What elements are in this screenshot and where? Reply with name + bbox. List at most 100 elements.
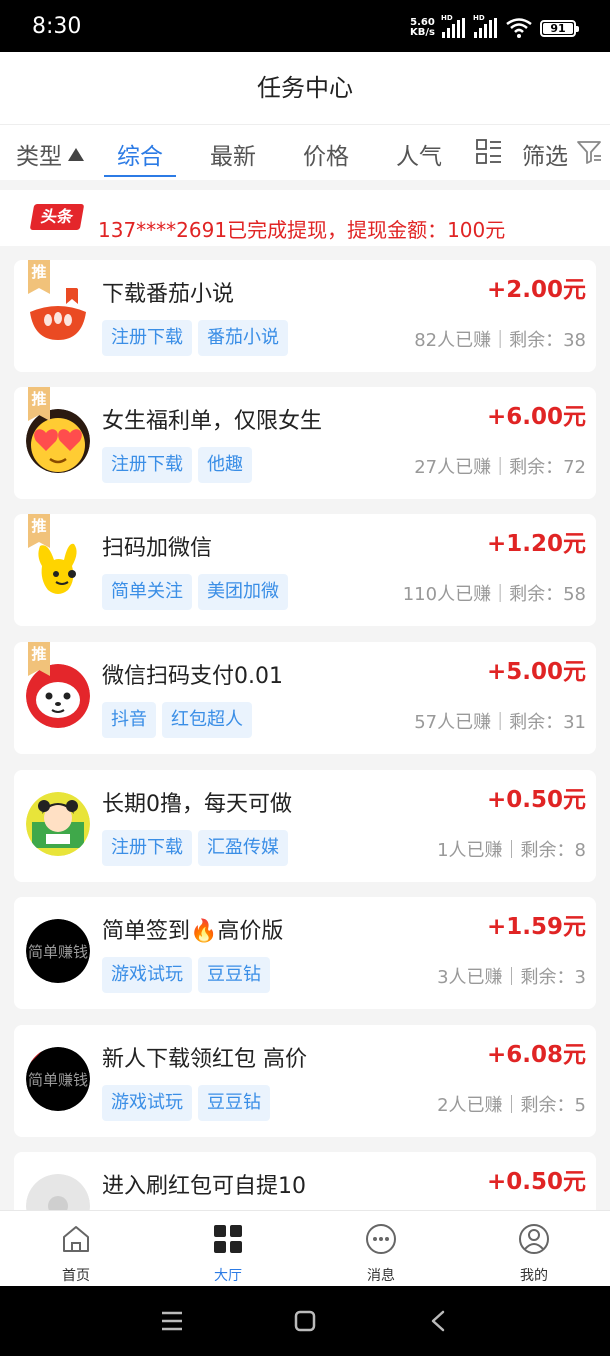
triangle-up-icon <box>68 148 84 161</box>
network-speed: 5.60 KB/s <box>410 17 435 38</box>
menu-icon[interactable] <box>160 1310 184 1332</box>
home-square-icon[interactable] <box>294 1310 316 1332</box>
task-reward: +1.59元 <box>486 914 586 940</box>
nav-home[interactable]: 首页 <box>26 1211 126 1287</box>
simple-money-icon: 简单赚钱 <box>26 1047 90 1111</box>
default-avatar-icon <box>26 1174 90 1210</box>
task-card[interactable]: 推 微信扫码支付0.01 +5.00元 抖音 红包超人 57人已赚｜剩余：31 <box>14 642 596 754</box>
task-stats: 110人已赚｜剩余：58 <box>402 584 586 605</box>
task-reward: +2.00元 <box>486 277 586 303</box>
headline-badge: 头条 <box>29 204 85 230</box>
tab-comprehensive[interactable]: 综合 <box>117 137 163 171</box>
task-reward: +0.50元 <box>486 1169 586 1195</box>
wifi-icon <box>506 18 532 38</box>
filter-button[interactable]: 筛选 <box>522 137 568 171</box>
nav-profile[interactable]: 我的 <box>484 1211 584 1287</box>
task-tag: 简单关注 <box>102 574 192 610</box>
task-title: 进入刷红包可自提10 <box>102 1174 306 1199</box>
recommend-badge: 推 <box>28 387 50 421</box>
grid-icon <box>214 1225 242 1253</box>
status-bar: 8:30 5.60 KB/s HD HD 91 <box>0 0 610 52</box>
message-icon <box>366 1224 396 1254</box>
list-layout-icon[interactable] <box>476 139 502 165</box>
task-card[interactable]: 简单赚钱 新人下载领红包 高价 +6.08元 游戏试玩 豆豆钻 2人已赚｜剩余：… <box>14 1025 596 1137</box>
task-tag: 注册下载 <box>102 447 192 483</box>
task-tags: 注册下载 他趣 <box>102 447 252 483</box>
news-ticker[interactable]: 头条 137****2691已完成提现，提现金额：100元 <box>0 190 610 246</box>
task-reward: +6.08元 <box>486 1042 586 1068</box>
profile-icon <box>519 1224 549 1254</box>
task-title: 简单签到🔥高价版 <box>102 919 284 944</box>
nav-label: 我的 <box>520 1268 548 1284</box>
task-title: 新人下载领红包 高价 <box>102 1047 307 1072</box>
task-card[interactable]: 简单赚钱 简单签到🔥高价版 +1.59元 游戏试玩 豆豆钻 3人已赚｜剩余：3 <box>14 897 596 1009</box>
task-stats: 82人已赚｜剩余：38 <box>414 330 586 351</box>
task-tags: 抖音 红包超人 <box>102 702 252 738</box>
task-tags: 简单关注 美团加微 <box>102 574 288 610</box>
task-stats: 2人已赚｜剩余：5 <box>437 1095 586 1116</box>
back-icon[interactable] <box>428 1310 448 1332</box>
page-title: 任务中心 <box>0 52 610 124</box>
filter-tabs: 类型 综合 最新 价格 人气 筛选 <box>0 124 610 180</box>
battery-icon: 91 <box>540 20 579 37</box>
tab-latest[interactable]: 最新 <box>210 137 256 171</box>
nav-label: 消息 <box>367 1268 395 1284</box>
task-tags: 注册下载 汇盈传媒 <box>102 830 288 866</box>
system-nav-bar <box>0 1286 610 1356</box>
task-reward: +5.00元 <box>486 659 586 685</box>
task-tag: 汇盈传媒 <box>198 830 288 866</box>
task-tag: 豆豆钻 <box>198 957 270 993</box>
signal-icon <box>442 18 465 38</box>
task-title: 下载番茄小说 <box>102 282 235 307</box>
task-title: 扫码加微信 <box>102 536 213 561</box>
task-list[interactable]: 推 下载番茄小说 +2.00元 注册下载 番茄小说 82人已赚｜剩余：38 推 … <box>0 246 610 1210</box>
task-tag: 红包超人 <box>162 702 252 738</box>
task-tags: 注册下载 番茄小说 <box>102 320 288 356</box>
bottom-nav: 首页 大厅 消息 我的 <box>0 1210 610 1286</box>
active-tab-indicator <box>104 175 176 177</box>
task-reward: +1.20元 <box>486 531 586 557</box>
task-tag: 游戏试玩 <box>102 957 192 993</box>
nav-hall[interactable]: 大厅 <box>178 1211 278 1287</box>
svg-text:简单赚钱: 简单赚钱 <box>28 943 88 961</box>
task-reward: +6.00元 <box>486 404 586 430</box>
task-tag: 番茄小说 <box>198 320 288 356</box>
tab-type[interactable]: 类型 <box>16 137 84 171</box>
tab-price[interactable]: 价格 <box>303 137 349 171</box>
task-reward: +0.50元 <box>486 787 586 813</box>
task-tag: 他趣 <box>198 447 252 483</box>
task-title: 微信扫码支付0.01 <box>102 664 283 689</box>
task-tag: 注册下载 <box>102 320 192 356</box>
task-tag: 美团加微 <box>198 574 288 610</box>
nav-label: 首页 <box>62 1268 90 1284</box>
task-stats: 57人已赚｜剩余：31 <box>414 712 586 733</box>
task-card[interactable]: 进入刷红包可自提10 +0.50元 <box>14 1152 596 1210</box>
task-tag: 抖音 <box>102 702 156 738</box>
task-card[interactable]: 推 下载番茄小说 +2.00元 注册下载 番茄小说 82人已赚｜剩余：38 <box>14 260 596 372</box>
simple-money-icon: 简单赚钱 <box>26 919 90 983</box>
task-card[interactable]: 推 女生福利单，仅限女生 +6.00元 注册下载 他趣 27人已赚｜剩余：72 <box>14 387 596 499</box>
task-card[interactable]: 推 扫码加微信 +1.20元 简单关注 美团加微 110人已赚｜剩余：58 <box>14 514 596 626</box>
task-title: 长期0撸，每天可做 <box>102 792 292 817</box>
nav-label: 大厅 <box>214 1268 242 1284</box>
task-card[interactable]: 长期0撸，每天可做 +0.50元 注册下载 汇盈传媒 1人已赚｜剩余：8 <box>14 770 596 882</box>
tab-popularity[interactable]: 人气 <box>396 137 442 171</box>
task-tag: 游戏试玩 <box>102 1085 192 1121</box>
task-stats: 27人已赚｜剩余：72 <box>414 457 586 478</box>
task-tags: 游戏试玩 豆豆钻 <box>102 1085 270 1121</box>
ticker-text: 137****2691已完成提现，提现金额：100元 <box>98 218 506 242</box>
task-stats: 3人已赚｜剩余：3 <box>437 967 586 988</box>
recommend-badge: 推 <box>28 642 50 676</box>
task-tags: 游戏试玩 豆豆钻 <box>102 957 270 993</box>
signal-icon-2 <box>474 18 497 38</box>
task-tag: 豆豆钻 <box>198 1085 270 1121</box>
svg-text:简单赚钱: 简单赚钱 <box>28 1071 88 1089</box>
nav-messages[interactable]: 消息 <box>331 1211 431 1287</box>
cartoon-girl-icon <box>26 792 90 856</box>
task-title: 女生福利单，仅限女生 <box>102 409 323 434</box>
recommend-badge: 推 <box>28 514 50 548</box>
filter-funnel-icon <box>577 141 601 164</box>
task-tag: 注册下载 <box>102 830 192 866</box>
recommend-badge: 推 <box>28 260 50 294</box>
home-icon <box>63 1226 89 1252</box>
